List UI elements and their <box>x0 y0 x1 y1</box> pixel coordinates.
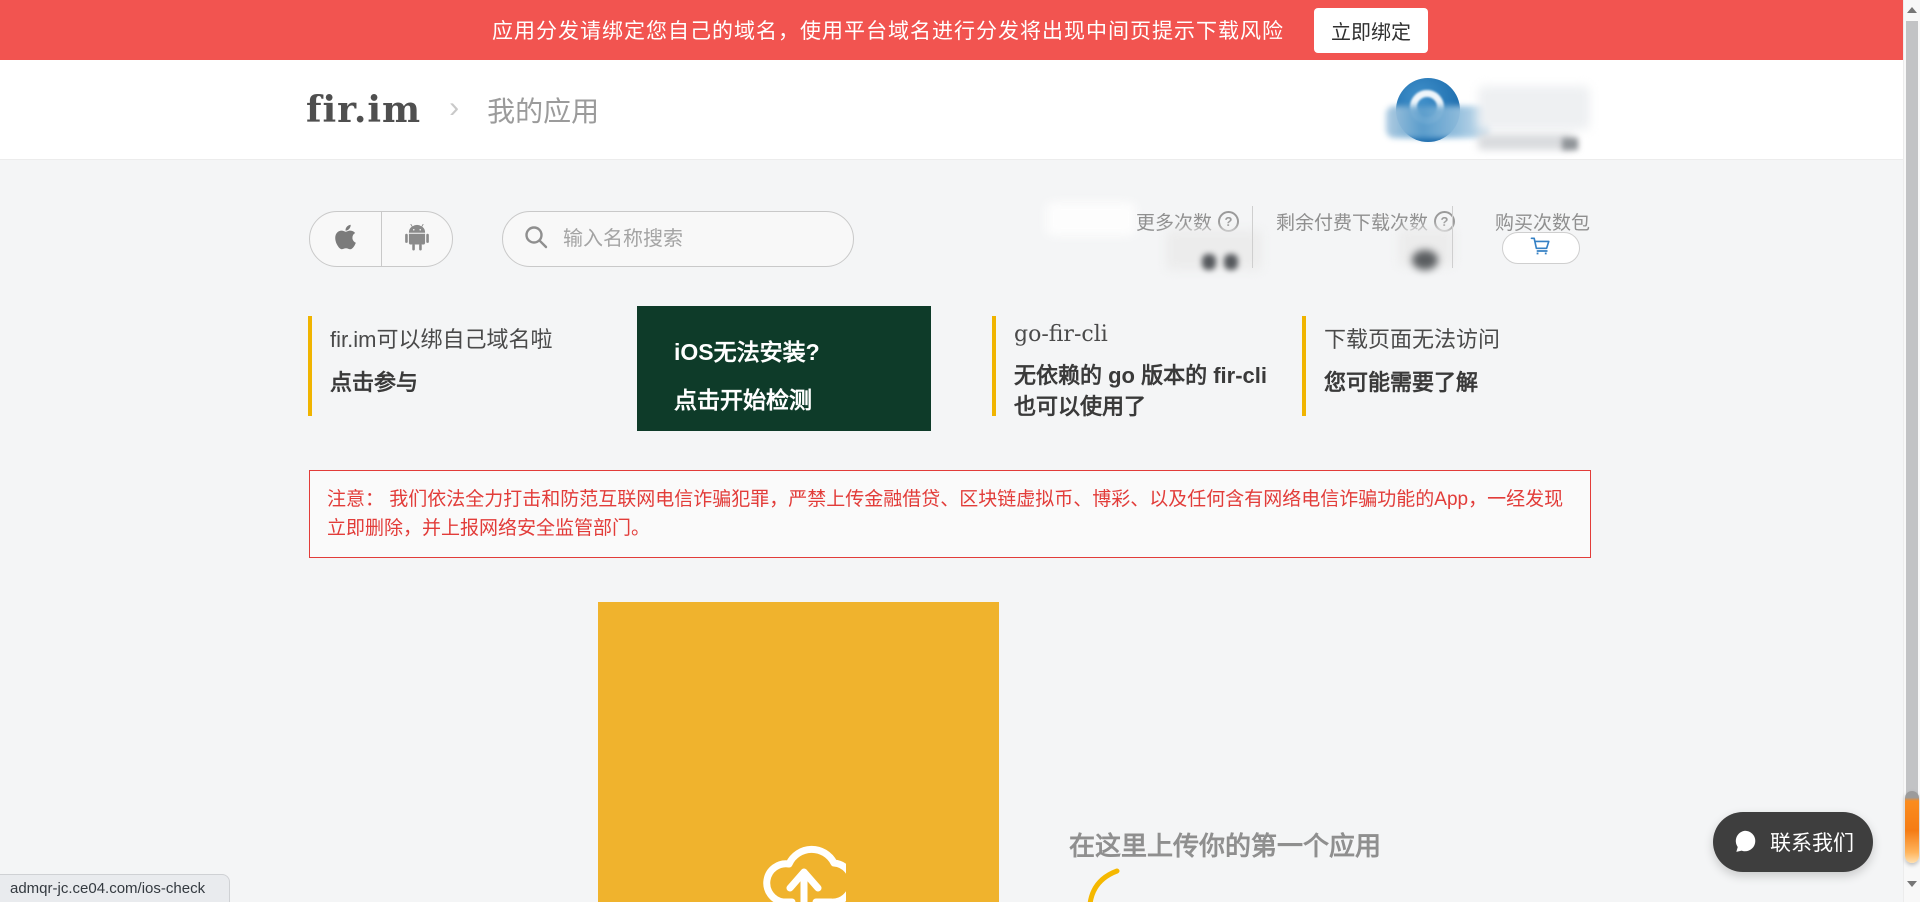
filter-android-button[interactable] <box>382 212 453 266</box>
cloud-upload-icon <box>750 814 846 902</box>
filter-ios-button[interactable] <box>310 212 382 266</box>
quota-value-digits-blurred <box>1202 254 1216 270</box>
paid-downloads-digit-blurred <box>1412 250 1438 270</box>
scrollbar-orange-marker[interactable] <box>1905 791 1919 863</box>
promo-card-ios-check[interactable]: iOS无法安装? 点击开始检测 <box>637 306 931 431</box>
quota-stats: 更多次数 ? 剩余付费下载次数 ? 购买次数包 <box>1040 200 1596 272</box>
stats-divider <box>1452 206 1453 268</box>
promo-action-line1: 无依赖的 go 版本的 fir-cli <box>1014 360 1267 391</box>
platform-filter <box>309 211 453 267</box>
search-icon <box>523 224 549 255</box>
scrollbar-up-arrow-icon[interactable] <box>1907 7 1917 13</box>
chat-bubble-icon <box>1732 828 1758 857</box>
buy-pack-button[interactable] <box>1502 232 1580 264</box>
promo-action: 点击开始检测 <box>674 381 931 415</box>
app-header: fir.im › 我的应用 <box>0 60 1920 160</box>
user-email-blurred <box>1478 134 1574 150</box>
warning-text: 注意： 我们依法全力打击和防范互联网电信诈骗犯罪，严禁上传金融借贷、区块链虚拟币… <box>327 489 1563 539</box>
link-preview-statusbar: admqr-jc.ce04.com/ios-check <box>0 874 230 902</box>
firim-logo[interactable]: fir.im <box>306 89 421 131</box>
contact-us-label: 联系我们 <box>1770 827 1854 857</box>
promo-card-domain[interactable]: fir.im可以绑自己域名啦 点击参与 <box>308 316 552 416</box>
search-box <box>502 211 854 267</box>
contact-us-button[interactable]: 联系我们 <box>1713 812 1873 872</box>
chevron-right-icon: › <box>449 91 459 125</box>
stats-divider <box>1252 206 1253 268</box>
quota-value-digits-blurred <box>1224 254 1238 270</box>
user-avatar[interactable] <box>1396 78 1460 142</box>
promo-card-download-page[interactable]: 下载页面无法访问 您可能需要了解 <box>1302 316 1500 416</box>
arrow-curve-icon <box>1085 868 1129 902</box>
bind-now-button[interactable]: 立即绑定 <box>1314 8 1428 53</box>
promo-title: 下载页面无法访问 <box>1324 322 1500 354</box>
page-title: 我的应用 <box>487 90 599 130</box>
anti-fraud-warning: 注意： 我们依法全力打击和防范互联网电信诈骗犯罪，严禁上传金融借贷、区块链虚拟币… <box>309 470 1591 558</box>
upload-hint-text: 在这里上传你的第一个应用 <box>1069 826 1381 863</box>
android-icon <box>404 223 430 256</box>
promo-title: iOS无法安装? <box>674 333 931 367</box>
apple-icon <box>333 223 358 256</box>
breadcrumb: fir.im › 我的应用 <box>306 60 599 160</box>
domain-bind-banner: 应用分发请绑定您自己的域名，使用平台域名进行分发将出现中间页提示下载风险 立即绑… <box>0 0 1920 60</box>
username-blurred <box>1478 86 1590 130</box>
search-input[interactable] <box>563 228 833 251</box>
user-email-blurred-tail <box>1562 138 1578 150</box>
upload-dropzone[interactable] <box>598 602 999 902</box>
cart-icon <box>1530 236 1552 261</box>
scrollbar-down-arrow-icon[interactable] <box>1907 881 1917 887</box>
promo-action-line2: 也可以使用了 <box>1014 391 1267 422</box>
page-scrollbar[interactable] <box>1903 0 1920 902</box>
promo-card-go-fir-cli[interactable]: go-fir-cli 无依赖的 go 版本的 fir-cli 也可以使用了 <box>992 316 1267 416</box>
promo-title: fir.im可以绑自己域名啦 <box>330 322 552 354</box>
quota-label-blurred <box>1046 202 1136 236</box>
scrollbar-thumb[interactable] <box>1906 21 1918 801</box>
quota-help-icon[interactable]: ? <box>1218 211 1239 232</box>
buy-pack-label: 购买次数包 <box>1495 208 1590 235</box>
promo-action: 您可能需要了解 <box>1324 367 1500 398</box>
promo-title: go-fir-cli <box>1014 322 1267 347</box>
banner-message: 应用分发请绑定您自己的域名，使用平台域名进行分发将出现中间页提示下载风险 <box>492 15 1284 45</box>
promo-action: 点击参与 <box>330 367 552 398</box>
avatar-blur-overlay <box>1386 106 1490 138</box>
